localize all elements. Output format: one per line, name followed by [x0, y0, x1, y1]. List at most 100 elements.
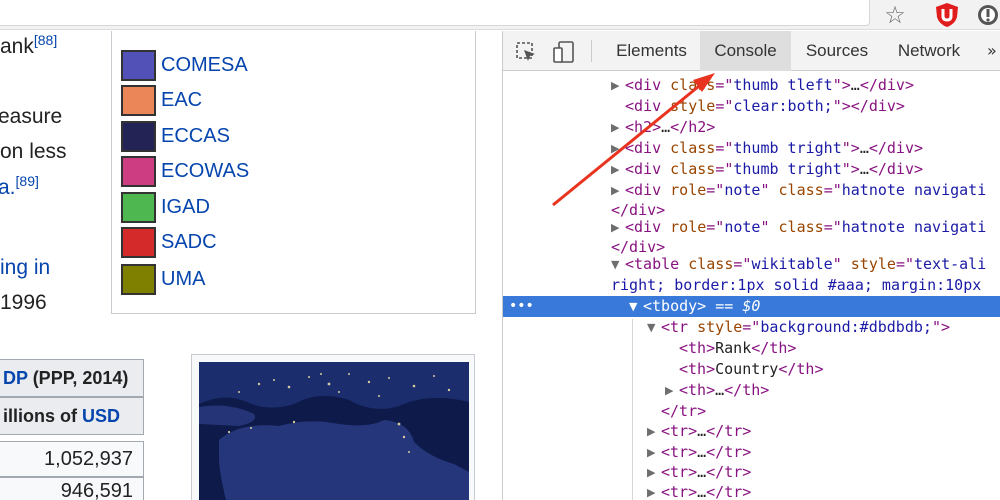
legend-swatch: [121, 264, 156, 295]
browser-toolbar: ☆: [0, 0, 1000, 30]
legend-label[interactable]: UMA: [161, 268, 205, 291]
dom-node-markup: <tr>…</tr>: [661, 483, 752, 500]
expand-triangle-down-icon[interactable]: ▼: [647, 317, 655, 338]
africa-night-satellite-image[interactable]: [199, 362, 469, 500]
dom-node[interactable]: ▶ <tr>…</tr>: [503, 462, 1000, 483]
trade-bloc-legend: COMESA EAC ECCAS ECOWAS IGAD SADC UMA: [111, 31, 476, 314]
expand-triangle-right-icon[interactable]: ▶: [611, 180, 619, 201]
dom-node[interactable]: </tr>: [503, 401, 1000, 422]
dom-node[interactable]: <div style="clear:both;"></div>: [503, 96, 1000, 117]
devtools-panel: Elements Console Sources Network » ▶ <div…: [502, 31, 1000, 500]
legend-swatch: [121, 156, 156, 187]
expand-triangle-right-icon[interactable]: ▶: [611, 75, 619, 96]
inspect-element-icon[interactable]: [515, 41, 537, 63]
dom-node[interactable]: ▶ <th>…</th>: [503, 380, 1000, 401]
tab-console[interactable]: Console: [700, 31, 791, 71]
dom-node[interactable]: ▶ <tr>…</tr>: [503, 421, 1000, 442]
device-toolbar-icon[interactable]: [553, 40, 575, 64]
more-tabs-icon[interactable]: »: [987, 41, 1000, 61]
star-icon[interactable]: ☆: [882, 2, 908, 28]
dom-node[interactable]: ▶ <tr>…</tr>: [503, 442, 1000, 463]
expand-triangle-right-icon[interactable]: ▶: [665, 380, 673, 401]
expand-triangle-right-icon[interactable]: ▶: [611, 117, 619, 138]
dom-node-markup: <table class="wikitable" style="text-ali: [625, 255, 987, 273]
legend-item[interactable]: EAC: [121, 85, 461, 119]
dom-node-selected[interactable]: ▼ <tbody> == $0 •••: [503, 296, 1000, 317]
dom-node-markup: <div class="thumb tleft">…</div>: [625, 76, 914, 94]
dom-node[interactable]: ▶ <div role="note" class="hatnote navigat…: [503, 217, 1000, 238]
expand-triangle-right-icon[interactable]: ▶: [647, 442, 655, 463]
legend-item[interactable]: UMA: [121, 264, 461, 298]
dom-node-markup: <div class="thumb tright">…</div>: [625, 160, 924, 178]
dom-node[interactable]: ▶ <div class="thumb tleft">…</div>: [503, 75, 1000, 96]
dom-node-markup: <h2>…</h2>: [625, 118, 716, 136]
dom-node[interactable]: <th>Country</th>: [503, 359, 1000, 380]
gdp-value-cell: 946,591: [0, 477, 144, 500]
legend-swatch: [121, 50, 156, 81]
expand-triangle-right-icon[interactable]: ▶: [647, 482, 655, 500]
dom-node[interactable]: ▼ <tr style="background:#dbdbdb;">: [503, 317, 1000, 338]
dom-node[interactable]: right; border:1px solid #aaa; margin:10p…: [503, 275, 1000, 296]
article-text-line[interactable]: a.[89]: [0, 173, 39, 200]
selected-node-menu-icon[interactable]: •••: [509, 296, 534, 317]
address-bar[interactable]: [0, 0, 870, 26]
dom-tree[interactable]: ▶ <div class="thumb tleft">…</div> <div st…: [503, 72, 1000, 500]
article-text-line: on less: [0, 140, 67, 163]
indent-guide-line: [632, 319, 633, 500]
legend-label[interactable]: ECOWAS: [161, 160, 249, 183]
legend-label[interactable]: IGAD: [161, 196, 210, 219]
tab-elements[interactable]: Elements: [603, 31, 700, 71]
dom-node[interactable]: ▶ <div role="note" class="hatnote navigat…: [503, 180, 1000, 201]
web-page-content: ank[88] easure on less a.[89] ing in 199…: [0, 31, 502, 500]
expand-triangle-right-icon[interactable]: ▶: [647, 462, 655, 483]
dom-node-markup: <tr>…</tr>: [661, 422, 752, 440]
dom-node-markup: <tr>…</tr>: [661, 443, 752, 461]
dom-node[interactable]: ▶ <h2>…</h2>: [503, 117, 1000, 138]
gdp-header-1: DP (PPP, 2014): [0, 359, 144, 397]
legend-label[interactable]: ECCAS: [161, 125, 230, 148]
ublock-icon[interactable]: [934, 2, 960, 28]
dom-node-markup: <div style="clear:both;"></div>: [625, 97, 905, 115]
dom-node-markup: </tr>: [661, 402, 707, 420]
gdp-header-2: illions of USD: [0, 397, 144, 435]
legend-label[interactable]: EAC: [161, 89, 202, 112]
legend-swatch: [121, 192, 156, 223]
legend-label[interactable]: COMESA: [161, 54, 248, 77]
dom-node-markup: <tbody> == $0: [643, 297, 761, 315]
dom-node-markup: <th>…</th>: [679, 381, 770, 399]
expand-triangle-down-icon[interactable]: ▼: [629, 296, 637, 317]
expand-triangle-right-icon[interactable]: ▶: [647, 421, 655, 442]
dom-node[interactable]: ▶ <tr>…</tr>: [503, 482, 1000, 500]
expand-triangle-right-icon[interactable]: ▶: [611, 217, 619, 238]
legend-item[interactable]: IGAD: [121, 192, 461, 226]
tab-sources[interactable]: Sources: [791, 31, 883, 71]
expand-triangle-right-icon[interactable]: ▶: [611, 159, 619, 180]
dom-node[interactable]: <th>Rank</th>: [503, 338, 1000, 359]
night-map-thumbnail[interactable]: [191, 354, 475, 500]
dom-node-markup: <div class="thumb tright">…</div>: [625, 139, 924, 157]
toolbar-separator: [591, 40, 592, 62]
legend-item[interactable]: ECOWAS: [121, 156, 461, 190]
dom-node-markup: <th>Rank</th>: [679, 339, 797, 357]
expand-triangle-right-icon[interactable]: ▶: [611, 138, 619, 159]
tab-network[interactable]: Network: [883, 31, 975, 71]
devtools-toolbar: Elements Console Sources Network »: [503, 31, 1000, 71]
gdp-value-cell: 1,052,937: [0, 441, 144, 477]
legend-swatch: [121, 121, 156, 152]
dom-node-markup: <tr style="background:#dbdbdb;">: [661, 318, 950, 336]
legend-item[interactable]: SADC: [121, 227, 461, 261]
legend-item[interactable]: ECCAS: [121, 121, 461, 155]
dom-node-markup: <div role="note" class="hatnote navigati: [625, 218, 987, 236]
extension-icon[interactable]: [976, 3, 1000, 27]
dom-node[interactable]: ▶ <div class="thumb tright">…</div>: [503, 138, 1000, 159]
dom-node-markup: <tr>…</tr>: [661, 463, 752, 481]
expand-triangle-down-icon[interactable]: ▼: [611, 254, 619, 275]
dom-node-markup: right; border:1px solid #aaa; margin:10p…: [611, 276, 982, 294]
legend-swatch: [121, 85, 156, 116]
dom-node[interactable]: ▶ <div class="thumb tright">…</div>: [503, 159, 1000, 180]
legend-swatch: [121, 227, 156, 258]
legend-item[interactable]: COMESA: [121, 50, 461, 84]
legend-label[interactable]: SADC: [161, 231, 217, 254]
dom-node[interactable]: ▼ <table class="wikitable" style="text-al…: [503, 254, 1000, 275]
article-link-line[interactable]: ing in: [0, 256, 50, 280]
